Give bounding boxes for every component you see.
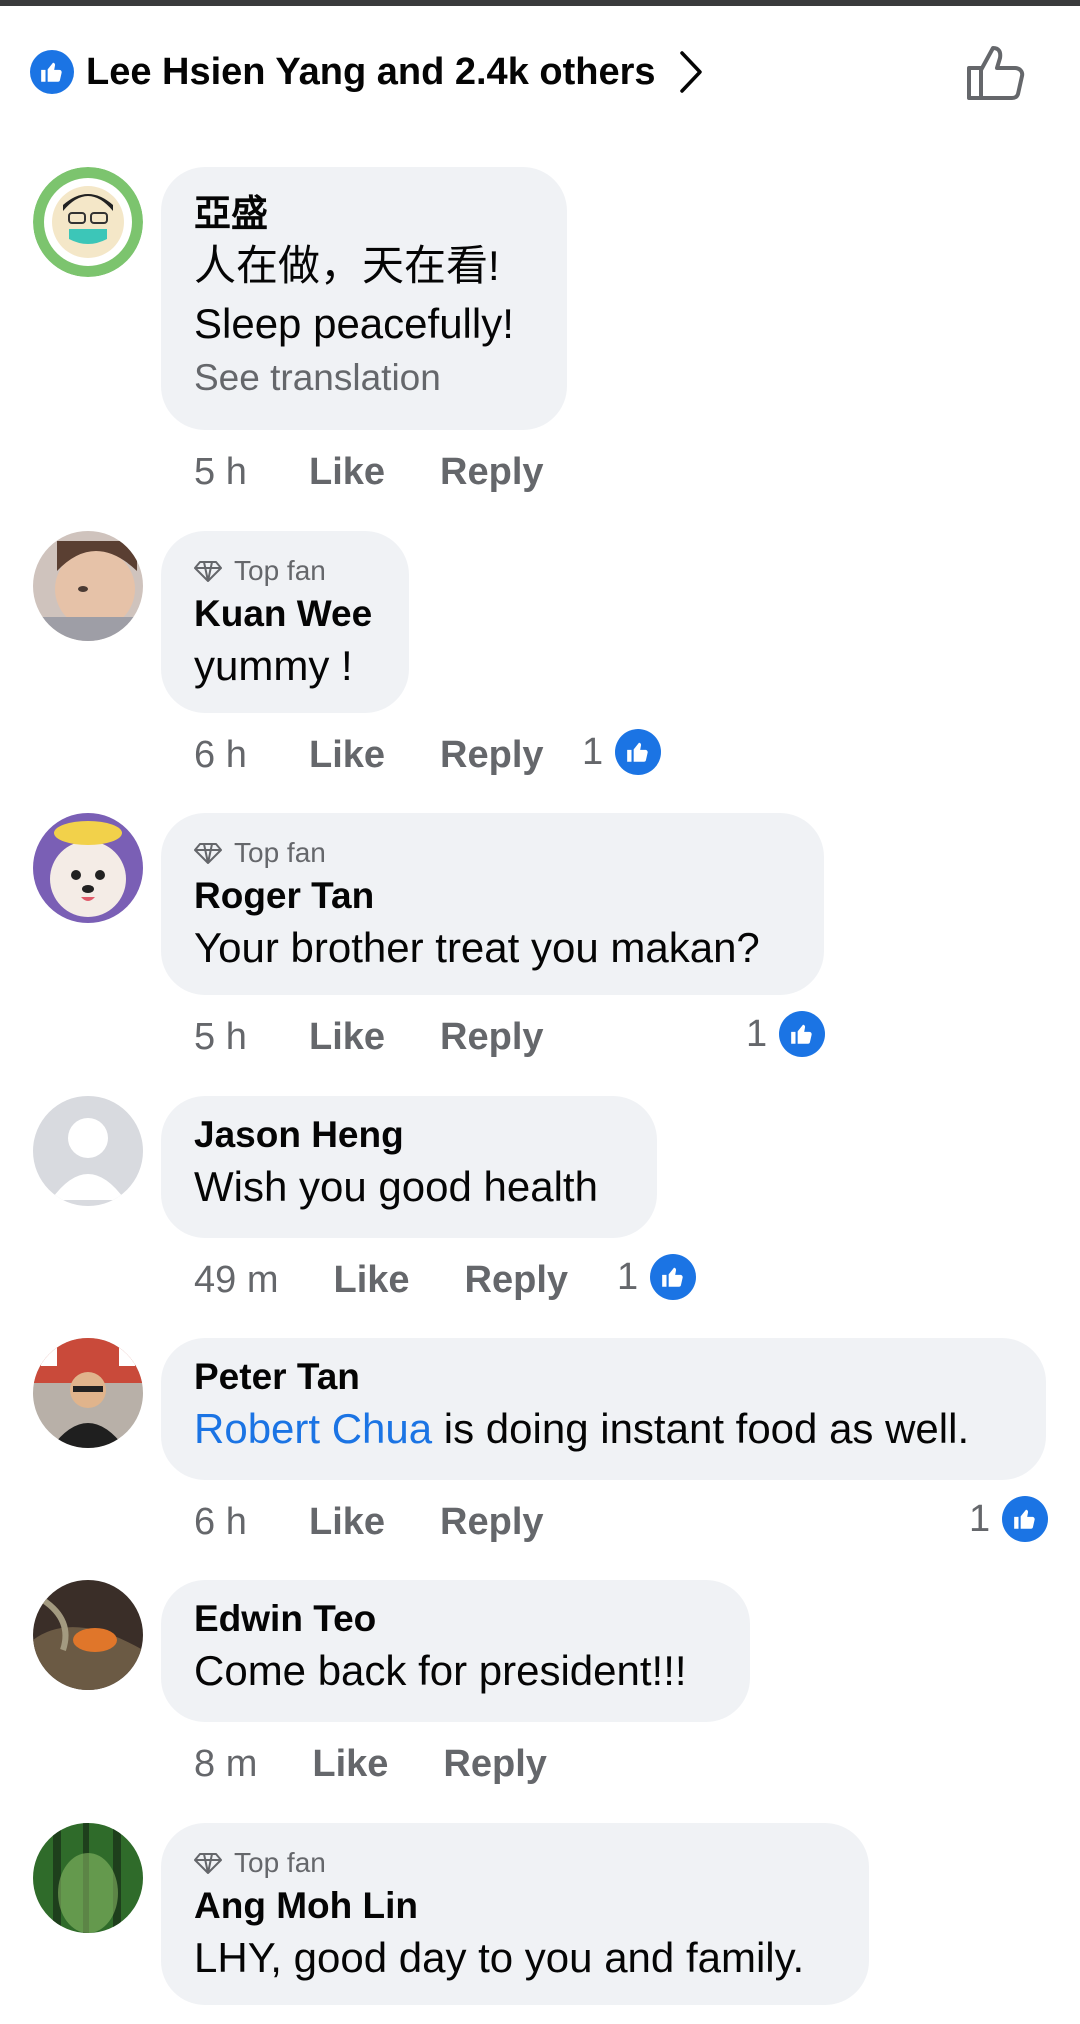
- comment-author[interactable]: Roger Tan: [194, 873, 791, 919]
- reply-button[interactable]: Reply: [443, 1743, 546, 1786]
- like-post-icon[interactable]: [963, 40, 1027, 104]
- like-button[interactable]: Like: [309, 451, 385, 494]
- comment-text: yummy !: [194, 642, 353, 689]
- comment-bubble: Jason Heng Wish you good health: [161, 1096, 657, 1238]
- comment-time: 5 h: [194, 1015, 247, 1058]
- comment-text: Your brother treat you makan?: [194, 924, 760, 971]
- top-fan-label: Top fan: [234, 1847, 326, 1878]
- like-reaction-icon: [650, 1254, 697, 1300]
- top-fan-label: Top fan: [234, 837, 326, 868]
- comment-text: Sleep peacefully!: [194, 300, 514, 347]
- like-button[interactable]: Like: [312, 1743, 388, 1786]
- comment-text: 人在做，天在看!: [194, 242, 500, 289]
- comment-actions: 5 h Like Reply: [194, 442, 544, 502]
- comment-author[interactable]: Edwin Teo: [194, 1596, 717, 1642]
- reaction-count[interactable]: 1: [582, 729, 662, 775]
- comment-actions: 6 h Like Reply: [194, 1492, 544, 1552]
- reaction-count[interactable]: 1: [969, 1496, 1049, 1542]
- see-translation-link[interactable]: See translation: [194, 353, 534, 403]
- comment-time: 5 h: [194, 450, 247, 493]
- like-reaction-icon: [1002, 1496, 1049, 1542]
- comment-actions: 5 h Like Reply: [194, 1007, 544, 1067]
- comment-text: Come back for president!!!: [194, 1647, 687, 1694]
- comment-bubble: Top fan Kuan Wee yummy !: [161, 531, 409, 713]
- like-reaction-icon: [615, 729, 662, 775]
- reaction-count-number: 1: [617, 1255, 639, 1298]
- comment-author[interactable]: Ang Moh Lin: [194, 1883, 836, 1929]
- reply-button[interactable]: Reply: [440, 734, 543, 777]
- reply-button[interactable]: Reply: [465, 1259, 568, 1302]
- avatar[interactable]: [33, 1338, 143, 1448]
- like-button[interactable]: Like: [309, 1016, 385, 1059]
- comment-author[interactable]: Kuan Wee: [194, 591, 376, 637]
- reaction-count-number: 1: [746, 1012, 768, 1055]
- like-button[interactable]: Like: [309, 1501, 385, 1544]
- diamond-icon: [194, 843, 222, 864]
- comment-author[interactable]: Jason Heng: [194, 1112, 624, 1158]
- comment-bubble: Top fan Ang Moh Lin LHY, good day to you…: [161, 1823, 869, 2005]
- comment-actions: 6 h Like Reply: [194, 725, 544, 785]
- diamond-icon: [194, 1853, 222, 1874]
- comment-bubble: Top fan Roger Tan Your brother treat you…: [161, 813, 824, 995]
- reactions-summary-text: Lee Hsien Yang and 2.4k others: [86, 50, 656, 93]
- avatar[interactable]: [33, 1580, 143, 1690]
- reply-button[interactable]: Reply: [440, 1016, 543, 1059]
- avatar[interactable]: [33, 531, 143, 641]
- comment-author[interactable]: 亞盛: [194, 191, 534, 237]
- comment-actions: 49 m Like Reply: [194, 1250, 568, 1310]
- reply-button[interactable]: Reply: [440, 451, 543, 494]
- chevron-right-icon: [679, 51, 702, 93]
- comment-time: 49 m: [194, 1258, 279, 1301]
- comment-bubble: 亞盛 人在做，天在看! Sleep peacefully! See transl…: [161, 167, 567, 430]
- like-reaction-icon: [30, 50, 74, 94]
- comment-bubble: Peter Tan Robert Chua is doing instant f…: [161, 1338, 1046, 1480]
- comment-time: 8 m: [194, 1742, 258, 1785]
- comment-text: LHY, good day to you and family.: [194, 1934, 805, 1981]
- comment-actions: 8 m Like Reply: [194, 1734, 547, 1794]
- top-fan-badge: Top fan: [194, 551, 376, 591]
- avatar[interactable]: [33, 1096, 143, 1206]
- like-reaction-icon: [779, 1011, 826, 1057]
- avatar[interactable]: [33, 167, 143, 277]
- top-status-bar: [0, 0, 1080, 6]
- like-button[interactable]: Like: [309, 734, 385, 777]
- reactions-summary[interactable]: Lee Hsien Yang and 2.4k others: [30, 40, 704, 104]
- comment-author[interactable]: Peter Tan: [194, 1354, 1013, 1400]
- reaction-count[interactable]: 1: [617, 1254, 697, 1300]
- top-fan-badge: Top fan: [194, 1843, 836, 1883]
- diamond-icon: [194, 561, 222, 582]
- comment-time: 6 h: [194, 733, 247, 776]
- top-fan-label: Top fan: [234, 555, 326, 586]
- mention-link[interactable]: Robert Chua: [194, 1405, 432, 1452]
- avatar[interactable]: [33, 813, 143, 923]
- comment-time: 6 h: [194, 1500, 247, 1543]
- like-button[interactable]: Like: [333, 1259, 409, 1302]
- reaction-count-number: 1: [582, 730, 604, 773]
- comment-text: Wish you good health: [194, 1163, 598, 1210]
- avatar[interactable]: [33, 1823, 143, 1933]
- reaction-count-number: 1: [969, 1497, 991, 1540]
- reply-button[interactable]: Reply: [440, 1501, 543, 1544]
- comment-text: Robert Chua is doing instant food as wel…: [194, 1400, 1013, 1458]
- comment-bubble: Edwin Teo Come back for president!!!: [161, 1580, 750, 1722]
- comment-text-rest: is doing instant food as well.: [432, 1405, 970, 1452]
- reaction-count[interactable]: 1: [746, 1011, 826, 1057]
- top-fan-badge: Top fan: [194, 833, 791, 873]
